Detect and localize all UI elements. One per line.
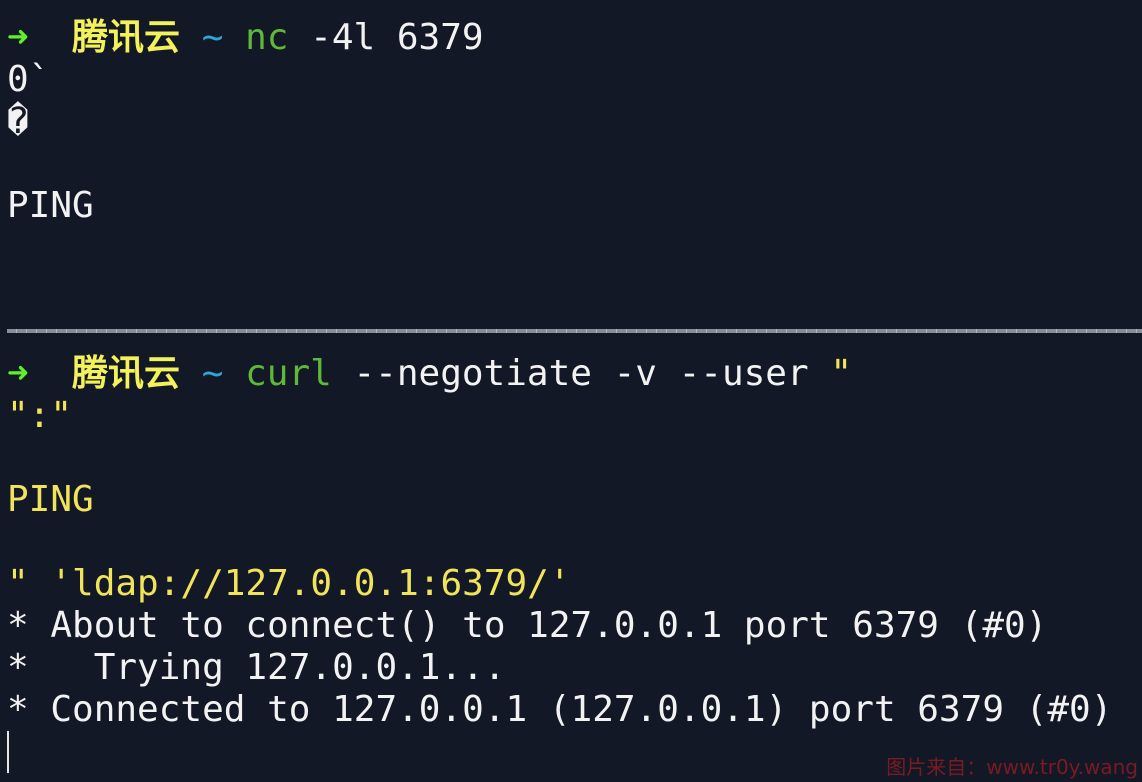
top-terminal-pane[interactable]: ➜ 腾讯云 ~ nc -4l 6379 0` � PING	[7, 17, 1142, 227]
prompt-line: ➜ 腾讯云 ~ curl --negotiate -v --user "	[7, 353, 1142, 395]
command-args: -4l 6379	[288, 17, 484, 58]
bottom-terminal-pane[interactable]: ➜ 腾讯云 ~ curl --negotiate -v --user " ":"…	[7, 353, 1142, 773]
prompt-line: ➜ 腾讯云 ~ nc -4l 6379	[7, 17, 1142, 59]
command-name: curl	[245, 353, 332, 394]
output-line: * About to connect() to 127.0.0.1 port 6…	[7, 605, 1048, 646]
command-name: nc	[245, 17, 289, 58]
arg-line	[7, 437, 1142, 479]
prompt-host: 腾讯云	[72, 17, 181, 58]
prompt-dir: ~	[201, 17, 224, 58]
prompt-arrow-icon: ➜	[7, 353, 29, 394]
output-line: * Trying 127.0.0.1...	[7, 647, 506, 688]
output-line: * Connected to 127.0.0.1 (127.0.0.1) por…	[7, 689, 1113, 730]
output-line: 0`	[7, 59, 51, 100]
arg-line: ":"	[7, 395, 73, 436]
arg-line: " 'ldap://127.0.0.1:6379/'	[7, 563, 571, 604]
prompt-dir: ~	[201, 353, 224, 394]
output-line: PING	[7, 185, 94, 226]
arg-line: PING	[7, 479, 94, 520]
pane-divider[interactable]	[7, 329, 1142, 333]
prompt-host: 腾讯云	[72, 353, 181, 394]
command-args: --negotiate -v --user	[331, 353, 831, 394]
arg-line	[7, 521, 1142, 563]
output-line: �	[7, 101, 29, 142]
quote-open: "	[830, 353, 853, 394]
text-cursor	[7, 731, 9, 773]
prompt-arrow-icon: ➜	[7, 17, 29, 58]
watermark: 图片来自：www.tr0y.wang	[886, 755, 1138, 779]
